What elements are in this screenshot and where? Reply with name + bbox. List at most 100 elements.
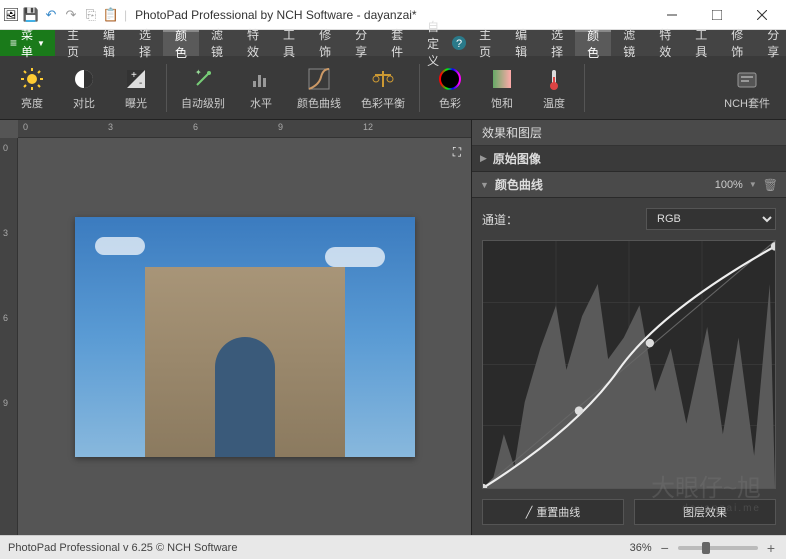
menu-item-1[interactable]: 编辑 bbox=[503, 30, 539, 56]
tool-suite[interactable]: NCH套件 bbox=[714, 59, 780, 117]
menu-item-5[interactable]: 特效 bbox=[647, 30, 683, 56]
copy-icon[interactable]: ⎘ bbox=[82, 6, 100, 24]
tool-curves[interactable]: 颜色曲线 bbox=[287, 59, 351, 117]
zoom-out-button[interactable]: − bbox=[658, 540, 672, 556]
ruler-tick: 3 bbox=[3, 228, 8, 238]
toolbar-separator bbox=[419, 64, 420, 112]
menu-item[interactable]: 自定义 bbox=[415, 30, 451, 56]
menu-item-0[interactable]: 主页 bbox=[467, 30, 503, 56]
menu-item-3[interactable]: 颜色 bbox=[575, 30, 611, 56]
main-area: 036912 0369 ⛶ 效果和图层 ▶ 原始图像 ▼ 颜色曲线 100% ▼… bbox=[0, 120, 786, 535]
tool-levels[interactable]: 水平 bbox=[235, 59, 287, 117]
layer-opacity[interactable]: 100% bbox=[715, 179, 743, 191]
tool-label: 水平 bbox=[250, 95, 272, 111]
effects-panel: 效果和图层 ▶ 原始图像 ▼ 颜色曲线 100% ▼ 🗑 通道： RGB bbox=[471, 120, 786, 535]
suite-icon bbox=[733, 65, 761, 93]
menu-item[interactable]: 滤镜 bbox=[199, 30, 235, 56]
menu-item-7[interactable]: 修饰 bbox=[719, 30, 755, 56]
zoom-slider[interactable] bbox=[678, 546, 758, 550]
curves-editor: 通道： RGB bbox=[472, 198, 786, 535]
menu-item[interactable]: 选择 bbox=[127, 30, 163, 56]
wand-icon: ✦ bbox=[189, 65, 217, 93]
svg-text:+: + bbox=[131, 70, 137, 81]
menu-item[interactable]: 主页 bbox=[55, 30, 91, 56]
tool-label: 温度 bbox=[543, 95, 565, 111]
svg-text:-: - bbox=[139, 78, 142, 89]
fullscreen-icon[interactable]: ⛶ bbox=[447, 142, 467, 162]
app-icon: 🖼 bbox=[2, 6, 20, 24]
layer-label: 颜色曲线 bbox=[495, 176, 709, 193]
zoom-controls: 36% − + bbox=[630, 540, 778, 556]
maximize-button[interactable] bbox=[694, 1, 739, 29]
saturation-icon bbox=[488, 65, 516, 93]
tool-contrast[interactable]: 对比 bbox=[58, 59, 110, 117]
curve-graph[interactable] bbox=[482, 240, 776, 489]
redo-icon[interactable]: ↷ bbox=[62, 6, 80, 24]
tool-label: 对比 bbox=[73, 95, 95, 111]
window-title: PhotoPad Professional by NCH Software - … bbox=[129, 8, 649, 22]
tool-hue[interactable]: 色彩 bbox=[424, 59, 476, 117]
menu-item[interactable]: 颜色 bbox=[163, 30, 199, 56]
menu-item[interactable]: 工具 bbox=[271, 30, 307, 56]
hue-icon bbox=[436, 65, 464, 93]
layer-effect-button[interactable]: 图层效果 bbox=[634, 499, 776, 525]
delete-layer-icon[interactable]: 🗑 bbox=[763, 178, 778, 192]
paste-icon[interactable]: 📋 bbox=[102, 6, 120, 24]
tool-label: 颜色曲线 bbox=[297, 95, 341, 111]
status-text: PhotoPad Professional v 6.25 © NCH Softw… bbox=[8, 542, 237, 554]
minimize-button[interactable] bbox=[649, 1, 694, 29]
tool-label: 亮度 bbox=[21, 95, 43, 111]
menu-item[interactable]: 套件 bbox=[379, 30, 415, 56]
ribbon-toolbar: 亮度 对比 +-曝光✦自动级别水平 颜色曲线色彩平衡色彩饱和温度 NCH套件 bbox=[0, 56, 786, 120]
curve-actions: ╱ 重置曲线 图层效果 bbox=[482, 499, 776, 525]
menu-item[interactable]: 修饰 bbox=[307, 30, 343, 56]
menu-item-2[interactable]: 选择 bbox=[539, 30, 575, 56]
canvas-area: 036912 0369 ⛶ bbox=[0, 120, 471, 535]
chevron-down-icon: ▼ bbox=[480, 180, 489, 190]
tool-thermometer[interactable]: 温度 bbox=[528, 59, 580, 117]
zoom-thumb[interactable] bbox=[702, 542, 710, 554]
layer-curves[interactable]: ▼ 颜色曲线 100% ▼ 🗑 bbox=[472, 172, 786, 198]
line-icon: ╱ bbox=[526, 506, 533, 519]
balance-icon bbox=[369, 65, 397, 93]
layer-label: 原始图像 bbox=[493, 150, 778, 167]
menu-item-4[interactable]: 滤镜 bbox=[611, 30, 647, 56]
help-button[interactable]: ? bbox=[451, 30, 467, 56]
tool-exposure[interactable]: +-曝光 bbox=[110, 59, 162, 117]
menu-item[interactable]: 特效 bbox=[235, 30, 271, 56]
toolbar-separator bbox=[584, 64, 585, 112]
panel-title: 效果和图层 bbox=[472, 120, 786, 146]
undo-icon[interactable]: ↶ bbox=[42, 6, 60, 24]
sun-icon bbox=[18, 65, 46, 93]
save-icon[interactable]: 💾 bbox=[22, 6, 40, 24]
svg-text:✦: ✦ bbox=[195, 68, 202, 77]
menu-item[interactable]: 编辑 bbox=[91, 30, 127, 56]
preview-label: 图层效果 bbox=[683, 504, 727, 520]
canvas-viewport[interactable]: ⛶ bbox=[18, 138, 471, 535]
channel-label: 通道： bbox=[482, 211, 518, 228]
hamburger-icon: ≡ bbox=[10, 36, 17, 50]
opacity-dropdown-icon[interactable]: ▼ bbox=[749, 180, 757, 189]
contrast-icon bbox=[70, 65, 98, 93]
toolbar-separator bbox=[166, 64, 167, 112]
tool-wand[interactable]: ✦自动级别 bbox=[171, 59, 235, 117]
ruler-tick: 0 bbox=[23, 122, 28, 132]
close-button[interactable] bbox=[739, 1, 784, 29]
main-menu-button[interactable]: ≡ 菜单 ▼ bbox=[0, 30, 55, 56]
zoom-in-button[interactable]: + bbox=[764, 540, 778, 556]
image-canvas[interactable] bbox=[75, 217, 415, 457]
layer-original[interactable]: ▶ 原始图像 bbox=[472, 146, 786, 172]
tool-sun[interactable]: 亮度 bbox=[6, 59, 58, 117]
menu-item[interactable]: 分享 bbox=[343, 30, 379, 56]
statusbar: PhotoPad Professional v 6.25 © NCH Softw… bbox=[0, 535, 786, 559]
ruler-tick: 9 bbox=[3, 398, 8, 408]
ruler-tick: 9 bbox=[278, 122, 283, 132]
menu-item-6[interactable]: 工具 bbox=[683, 30, 719, 56]
tool-saturation[interactable]: 饱和 bbox=[476, 59, 528, 117]
reset-curve-button[interactable]: ╱ 重置曲线 bbox=[482, 499, 624, 525]
menu-item-8[interactable]: 分享 bbox=[755, 30, 786, 56]
channel-select[interactable]: RGB bbox=[646, 208, 776, 230]
svg-text:?: ? bbox=[456, 38, 462, 50]
reset-label: 重置曲线 bbox=[536, 504, 580, 520]
tool-balance[interactable]: 色彩平衡 bbox=[351, 59, 415, 117]
